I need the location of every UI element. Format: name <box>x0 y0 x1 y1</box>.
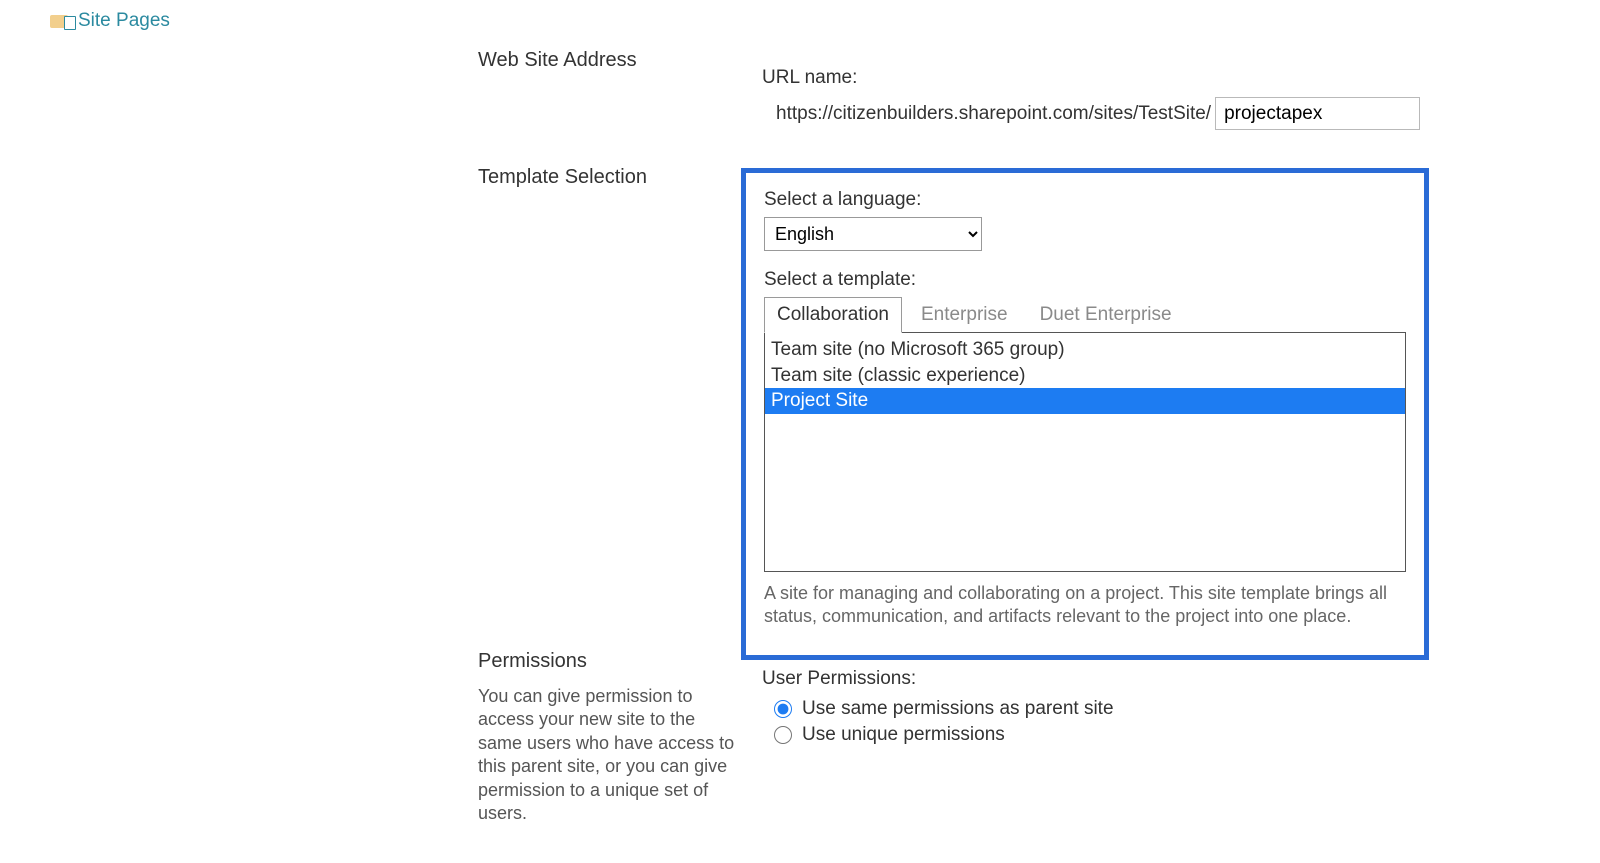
template-tabs: Collaboration Enterprise Duet Enterprise <box>764 297 1406 333</box>
tab-enterprise[interactable]: Enterprise <box>908 297 1021 333</box>
template-option-label: Project Site <box>771 390 868 411</box>
language-select[interactable]: English <box>764 217 982 251</box>
radio-unique-permissions-input[interactable] <box>774 726 792 744</box>
website-address-heading: Web Site Address <box>478 49 637 72</box>
template-description: A site for managing and collaborating on… <box>764 582 1406 629</box>
url-name-label: URL name: <box>762 67 1420 89</box>
template-option[interactable]: Team site (classic experience) <box>765 363 1405 389</box>
template-option-label: Team site (classic experience) <box>771 365 1025 386</box>
site-pages-text: Site Pages <box>78 10 170 32</box>
page-icon <box>64 16 76 30</box>
radio-label: Use unique permissions <box>802 724 1005 746</box>
permissions-help: You can give permission to access your n… <box>478 685 738 825</box>
template-option-project-site[interactable]: Project Site <box>765 388 1405 414</box>
tab-label: Collaboration <box>777 304 889 325</box>
template-list[interactable]: Team site (no Microsoft 365 group) Team … <box>764 332 1406 572</box>
radio-label: Use same permissions as parent site <box>802 698 1114 720</box>
template-option[interactable]: Team site (no Microsoft 365 group) <box>765 337 1405 363</box>
permissions-heading: Permissions <box>478 650 587 673</box>
radio-unique-permissions[interactable]: Use unique permissions <box>762 724 1114 746</box>
url-block: URL name: https://citizenbuilders.sharep… <box>762 67 1420 130</box>
template-selection-heading: Template Selection <box>478 166 647 189</box>
radio-same-permissions-input[interactable] <box>774 700 792 718</box>
language-label: Select a language: <box>764 189 1406 211</box>
template-selection-box: Select a language: English Select a temp… <box>741 168 1429 660</box>
tab-label: Enterprise <box>921 304 1008 325</box>
url-prefix: https://citizenbuilders.sharepoint.com/s… <box>762 103 1211 125</box>
url-row: https://citizenbuilders.sharepoint.com/s… <box>762 97 1420 130</box>
radio-same-permissions[interactable]: Use same permissions as parent site <box>762 698 1114 720</box>
tab-label: Duet Enterprise <box>1040 304 1172 325</box>
tab-duet-enterprise[interactable]: Duet Enterprise <box>1027 297 1185 333</box>
template-option-label: Team site (no Microsoft 365 group) <box>771 339 1065 360</box>
site-pages-link[interactable]: Site Pages <box>50 10 170 32</box>
url-name-input[interactable] <box>1215 97 1420 130</box>
template-label: Select a template: <box>764 269 1406 291</box>
user-permissions-label: User Permissions: <box>762 668 1114 690</box>
tab-collaboration[interactable]: Collaboration <box>764 297 902 333</box>
permissions-block: User Permissions: Use same permissions a… <box>762 668 1114 750</box>
